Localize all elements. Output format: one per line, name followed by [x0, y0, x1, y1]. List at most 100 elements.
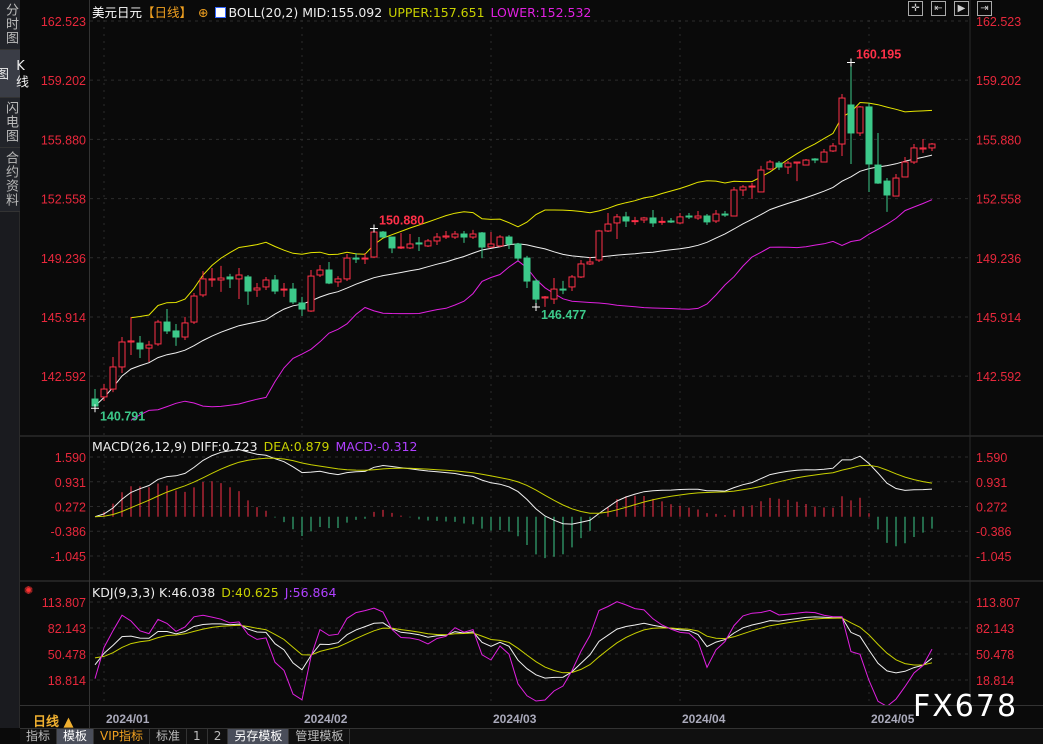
candle-body — [352, 257, 360, 260]
candle-body — [883, 180, 891, 196]
kdj-k: KDJ(9,3,3) K:46.038 — [92, 585, 216, 600]
candle-body — [361, 257, 369, 260]
extreme-marker — [532, 302, 540, 311]
bottom-tab-2[interactable]: VIP指标 — [94, 729, 151, 744]
candle-body — [550, 288, 558, 300]
candle-body — [613, 216, 621, 224]
candle-body — [136, 342, 144, 350]
candle-body — [415, 242, 423, 245]
extreme-label: 160.195 — [856, 47, 901, 61]
candle-body — [325, 269, 333, 284]
candle-body — [451, 233, 459, 238]
symbol-name: 美元日元 — [92, 5, 143, 20]
play-icon[interactable]: ▶ — [954, 1, 969, 16]
bottom-tab-3[interactable]: 标准 — [150, 729, 188, 744]
candle-body — [568, 276, 576, 288]
candle-body — [586, 261, 594, 265]
candle-body — [154, 321, 162, 345]
circle-plus-icon[interactable]: ⊕ — [198, 5, 208, 20]
right-axis-label: 113.807 — [976, 596, 1020, 610]
candle-body — [703, 215, 711, 223]
candle-body — [253, 287, 261, 291]
date-tick-label: 2024/04 — [682, 712, 726, 726]
candle-body — [901, 161, 909, 178]
bottom-tab-6[interactable]: 另存模板 — [228, 729, 290, 744]
candle-body — [532, 280, 540, 300]
candle-body — [523, 257, 531, 282]
left-axis-label: 1.590 — [55, 451, 86, 465]
right-axis-label: 152.558 — [976, 193, 1021, 207]
candle-body — [478, 232, 486, 248]
candle-body — [739, 186, 747, 191]
candle-body — [235, 274, 243, 280]
candle-body — [775, 162, 783, 168]
bottom-tab-1[interactable]: 模板 — [57, 729, 95, 744]
candle-body — [316, 269, 324, 276]
kdj-d: D:40.625 — [221, 585, 279, 600]
candle-body — [919, 147, 927, 150]
candle-body — [334, 278, 342, 283]
right-axis-label: -1.045 — [976, 550, 1011, 564]
candle-body — [874, 164, 882, 184]
main-header: 美元日元【日线】 ⊕ BOLL(20,2) MID:155.092 UPPER:157… — [92, 2, 597, 21]
candle-body — [469, 233, 477, 238]
right-axis-label: -0.386 — [976, 525, 1011, 539]
crosshair-icon[interactable]: ✛ — [908, 1, 923, 16]
candle-body — [109, 366, 117, 390]
boll-lower: LOWER:152.532 — [490, 5, 592, 20]
left-axis-label: 18.814 — [48, 674, 86, 688]
candle-body — [838, 97, 846, 145]
candle-body — [388, 236, 396, 249]
candle-body — [829, 145, 837, 152]
left-axis-label: 145.914 — [41, 311, 86, 325]
candle-body — [190, 295, 198, 323]
candle-body — [127, 340, 135, 343]
indicator-settings-icon[interactable]: ✺ — [24, 584, 33, 597]
right-axis-label: 145.914 — [976, 311, 1021, 325]
candle-body — [856, 106, 864, 134]
left-axis-label: 155.880 — [41, 133, 86, 147]
left-axis-label: 152.558 — [41, 193, 86, 207]
candle-body — [145, 344, 153, 349]
kdj-j: J:56.864 — [284, 585, 337, 600]
candle-body — [280, 288, 288, 291]
right-axis-label: 18.814 — [976, 674, 1014, 688]
right-axis-label: 0.272 — [976, 501, 1007, 515]
candle-body — [217, 277, 225, 281]
candle-body — [181, 322, 189, 338]
jump-end-icon[interactable]: ⇥ — [977, 1, 992, 16]
bottom-tab-5[interactable]: 2 — [208, 729, 229, 744]
candle-body — [793, 161, 801, 164]
candle-body — [442, 235, 450, 238]
candle-body — [343, 257, 351, 280]
candle-body — [847, 104, 855, 134]
bottom-tab-4[interactable]: 1 — [187, 729, 208, 744]
candle-body — [721, 213, 729, 216]
left-axis-label: 82.143 — [48, 622, 86, 636]
right-axis-label: 1.590 — [976, 451, 1007, 465]
date-tick-label: 2024/01 — [106, 712, 150, 726]
kdj-header: KDJ(9,3,3) K:46.038 D:40.625 J:56.864 — [92, 585, 342, 600]
bottom-tab-7[interactable]: 管理模板 — [289, 729, 351, 744]
candle-body — [487, 243, 495, 248]
macd-header: MACD(26,12,9) DIFF:0.723 DEA:0.879 MACD:-0… — [92, 439, 423, 454]
right-axis-label: 159.202 — [976, 74, 1021, 88]
candle-body — [910, 147, 918, 163]
candle-body — [433, 236, 441, 242]
candle-body — [289, 288, 297, 303]
right-axis-label: 82.143 — [976, 622, 1014, 636]
candle-body — [505, 236, 513, 245]
candle-body — [370, 231, 378, 258]
bottom-tab-0[interactable]: 指标 — [20, 729, 58, 744]
macd-diff: MACD(26,12,9) DIFF:0.723 — [92, 439, 258, 454]
candle-body — [271, 279, 279, 292]
boll-mid: BOLL(20,2) MID:155.092 — [228, 5, 383, 20]
candle-body — [307, 275, 315, 312]
candle-body — [892, 177, 900, 197]
candle-body — [640, 217, 648, 221]
zoom-start-icon[interactable]: ⇤ — [931, 1, 946, 16]
candle-body — [514, 243, 522, 259]
right-axis-label: 142.592 — [976, 370, 1021, 384]
left-axis-label: -0.386 — [51, 525, 86, 539]
boll-chart-icon[interactable] — [214, 7, 226, 18]
